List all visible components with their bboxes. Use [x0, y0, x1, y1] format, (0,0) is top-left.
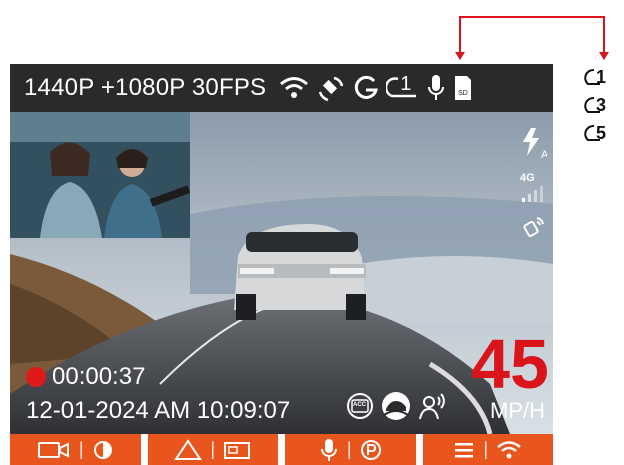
- loop-option-1: 1: [584, 66, 606, 88]
- resolution-label: 1440P +1080P 30FPS: [24, 74, 267, 101]
- menu-icon: [455, 442, 474, 457]
- button-separator: |: [78, 439, 84, 459]
- sd-card-icon: SD: [452, 73, 474, 103]
- dashcam-screen: 1440P +1080P 30FPS 1 SD A 4G 00:00:37 12…: [10, 64, 553, 465]
- speed-unit: MP/H: [490, 398, 545, 423]
- parking-icon: [360, 439, 381, 460]
- video-camera-button[interactable]: |: [10, 434, 141, 465]
- emergency-button[interactable]: |: [147, 434, 278, 465]
- cabin-camera-preview: [10, 112, 190, 238]
- svg-text:A: A: [541, 149, 547, 160]
- signal-4g-label: 4G: [520, 172, 535, 184]
- wifi-icon: [497, 440, 521, 458]
- right-status-column: A 4G: [519, 126, 547, 242]
- loop-option-label: 1: [596, 66, 607, 87]
- recording-indicator: 00:00:37: [26, 363, 145, 391]
- top-status-bar: 1440P +1080P 30FPS 1 SD: [10, 64, 553, 112]
- loop-options-list: 1 3 5: [584, 66, 606, 144]
- gps-satellite-icon: [519, 214, 547, 242]
- svg-text:SD: SD: [458, 90, 468, 97]
- recording-dot-icon: [26, 367, 46, 387]
- warning-triangle-icon: [174, 438, 203, 460]
- menu-button[interactable]: |: [422, 434, 553, 465]
- microphone-icon: [426, 73, 446, 103]
- g-sensor-icon: [352, 74, 380, 102]
- voice-control-icon: [418, 391, 448, 421]
- microphone-icon: [320, 438, 337, 461]
- loop-option-3: 3: [584, 94, 606, 116]
- wifi-icon: [278, 75, 310, 101]
- loop-option-5: 5: [584, 122, 606, 144]
- car-image: [234, 224, 366, 320]
- signal-4g-icon: 4G: [520, 172, 546, 202]
- gps-icon: [316, 74, 346, 102]
- date-time-label: 12-01-2024 AM 10:09:07: [26, 397, 291, 424]
- parking-mode-icon: [380, 391, 412, 421]
- button-separator: |: [483, 439, 489, 459]
- loop-option-label: 3: [596, 94, 607, 115]
- microphone-button[interactable]: |: [285, 434, 416, 465]
- annotation-arrows: [455, 16, 609, 60]
- loop-recording-icon: 1: [386, 73, 420, 102]
- loop-option-label: 5: [596, 122, 607, 143]
- recording-time: 00:00:37: [52, 363, 146, 390]
- bottom-button-bar: | | | |: [10, 434, 553, 465]
- camera-switch-icon: [224, 441, 251, 459]
- button-separator: |: [210, 439, 216, 459]
- video-camera-icon: [37, 441, 69, 458]
- acc-icon: ACC: [346, 392, 374, 420]
- acc-label: ACC: [353, 402, 366, 408]
- bottom-status-icons: ACC: [346, 391, 448, 421]
- top-status-icons: 1 SD: [278, 73, 474, 103]
- loop-recording-value: 1: [400, 73, 412, 95]
- screen-off-icon: [93, 440, 112, 459]
- speed-value: 45: [471, 325, 549, 403]
- button-separator: |: [346, 439, 352, 459]
- flash-auto-icon: A: [519, 126, 547, 160]
